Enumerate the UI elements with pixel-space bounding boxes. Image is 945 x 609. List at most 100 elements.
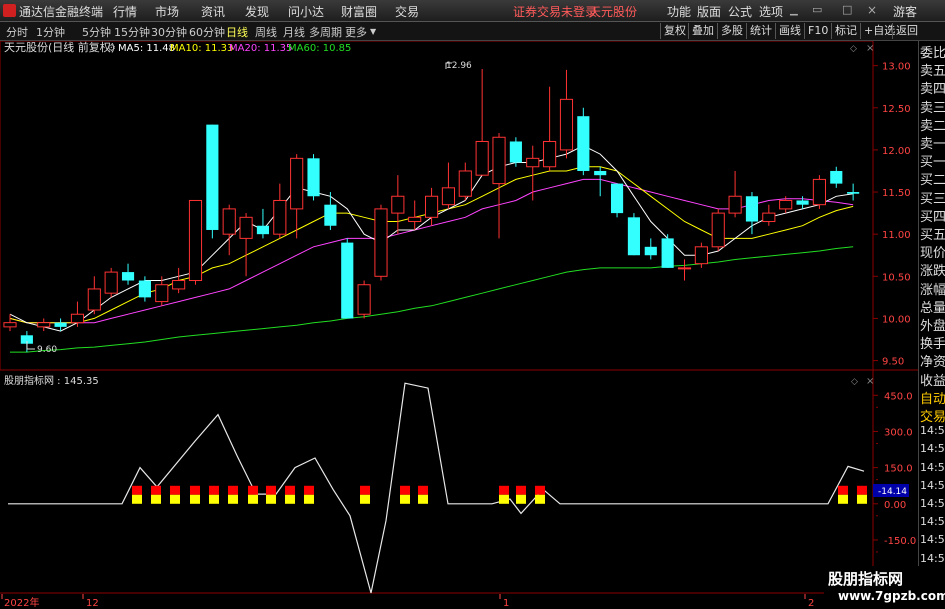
multi-stock-button[interactable]: 多股 [717, 23, 746, 39]
window-maximize-icon[interactable]: □ [842, 3, 852, 16]
more-dropdown-icon[interactable]: ▼ [370, 27, 376, 36]
signal-yellow [248, 494, 258, 504]
sidebar-item: 卖五 [920, 64, 945, 80]
sidebar-item: 14:56 [920, 551, 945, 565]
sidebar-item: 14:56 [920, 460, 945, 474]
back-button[interactable]: 返回 [892, 23, 921, 39]
candle-body [745, 196, 759, 222]
indicator-tick-label: 150.0 [884, 464, 913, 475]
candle-body [273, 199, 287, 235]
menu-bar: 通达信金融终端 行情 市场 资讯 发现 问小达 财富圈 交易 证券交易未登录 天… [0, 0, 945, 22]
menu-layout[interactable]: 版面 [697, 3, 721, 20]
tab-multi-period[interactable]: 多周期 [309, 24, 342, 40]
tab-monthly[interactable]: 月线 [283, 24, 305, 40]
panel-collapse-icon[interactable]: ◇ [850, 44, 857, 54]
menu-wealth-circle[interactable]: 财富圈 [341, 3, 377, 20]
signal-yellow [132, 494, 142, 504]
candle-body [155, 284, 169, 303]
tab-more[interactable]: 更多 [345, 24, 367, 40]
window-restore-icon[interactable]: ▭ [812, 3, 822, 16]
candle [37, 318, 51, 332]
candle-body [594, 170, 607, 176]
signal-yellow [838, 494, 848, 504]
panel-close-icon[interactable]: × [866, 43, 874, 54]
indicator-label: 股朋指标网 : 145.35 [4, 374, 99, 387]
signal-block [499, 485, 509, 504]
tab-60min[interactable]: 60分钟 [189, 24, 225, 40]
candle-body [577, 116, 590, 171]
candle [391, 175, 405, 235]
candle [324, 192, 337, 230]
sidebar-item: 买五 [920, 228, 945, 243]
indicator-close-icon[interactable]: × [866, 376, 874, 387]
candle [121, 263, 135, 285]
candle [559, 69, 574, 159]
statistics-button[interactable]: 统计 [746, 23, 775, 39]
menu-formula[interactable]: 公式 [728, 3, 752, 20]
ma60-label: MA60: 10.85 [288, 43, 351, 54]
settings-gear-icon[interactable]: ⚙ [107, 43, 116, 54]
candle [441, 162, 456, 209]
signal-block [535, 485, 545, 504]
menu-quotes[interactable]: 行情 [113, 3, 137, 20]
tab-1min[interactable]: 1分钟 [36, 24, 65, 40]
watermark-title: 股朋指标网 [828, 570, 904, 588]
signal-red [535, 485, 545, 495]
candle-body [290, 157, 304, 210]
candle [694, 242, 708, 268]
signal-block [170, 485, 180, 504]
candle-body [543, 140, 557, 168]
signal-red [132, 485, 142, 495]
candle [374, 204, 388, 281]
candle-body [475, 140, 489, 176]
tab-30min[interactable]: 30分钟 [151, 24, 187, 40]
candle [762, 204, 776, 226]
menu-functions[interactable]: 功能 [667, 3, 691, 20]
indicator-collapse-icon[interactable]: ◇ [851, 377, 858, 387]
candle-body [492, 136, 506, 185]
price-tick-label: 12.50 [882, 104, 911, 115]
window-minimize-icon[interactable]: ▁ [790, 5, 798, 16]
overlay-button[interactable]: 叠加 [688, 23, 717, 39]
signal-yellow [400, 494, 410, 504]
menu-options[interactable]: 选项 [759, 3, 783, 20]
sidebar-item: 卖一 [920, 137, 945, 152]
tab-5min[interactable]: 5分钟 [82, 24, 111, 40]
tab-15min[interactable]: 15分钟 [114, 24, 150, 40]
sidebar-item: 买一 [920, 155, 945, 171]
window-close-icon[interactable]: × [867, 3, 877, 17]
candle [408, 200, 422, 230]
menu-discover[interactable]: 发现 [245, 3, 269, 20]
candle-body [458, 170, 472, 197]
menu-trade[interactable]: 交易 [395, 3, 419, 20]
menu-xiaoda[interactable]: 问小达 [288, 3, 324, 20]
tab-intraday[interactable]: 分时 [6, 24, 28, 40]
tab-daily[interactable]: 日线 [226, 24, 248, 40]
candle-body [677, 267, 692, 270]
candle-body [847, 192, 860, 194]
sidebar-item: 14:56 [920, 497, 945, 510]
adjust-button[interactable]: 复权 [660, 23, 689, 39]
sidebar-item: 14:56 [920, 515, 945, 529]
indicator-tick-label: 300.0 [884, 427, 913, 438]
trade-status-text: 证券交易未登录 [513, 5, 598, 19]
f10-button[interactable]: F10 [804, 23, 831, 39]
draw-button[interactable]: 画线 [775, 23, 804, 39]
signal-block [400, 485, 410, 504]
sidebar-item: 换手 [920, 337, 945, 353]
candle [104, 267, 118, 298]
sidebar-item: 买四 [920, 209, 945, 225]
candle-body [559, 98, 574, 151]
price-tick-label: 11.50 [882, 188, 911, 199]
sidebar-item: 外盘 [920, 319, 945, 334]
indicator-tick-label: 0.00 [884, 500, 906, 511]
menu-news[interactable]: 资讯 [201, 3, 225, 20]
candle-body [644, 246, 657, 256]
tab-weekly[interactable]: 周线 [255, 24, 277, 40]
mark-button[interactable]: 标记 [831, 23, 860, 39]
candle-body [762, 212, 776, 223]
signal-yellow [418, 494, 428, 504]
guest-label[interactable]: 游客 [893, 3, 917, 20]
menu-market[interactable]: 市场 [155, 3, 179, 20]
chart-area[interactable]: 450.0300.0150.00.00-150.0-300.0 13.0012.… [0, 41, 945, 609]
